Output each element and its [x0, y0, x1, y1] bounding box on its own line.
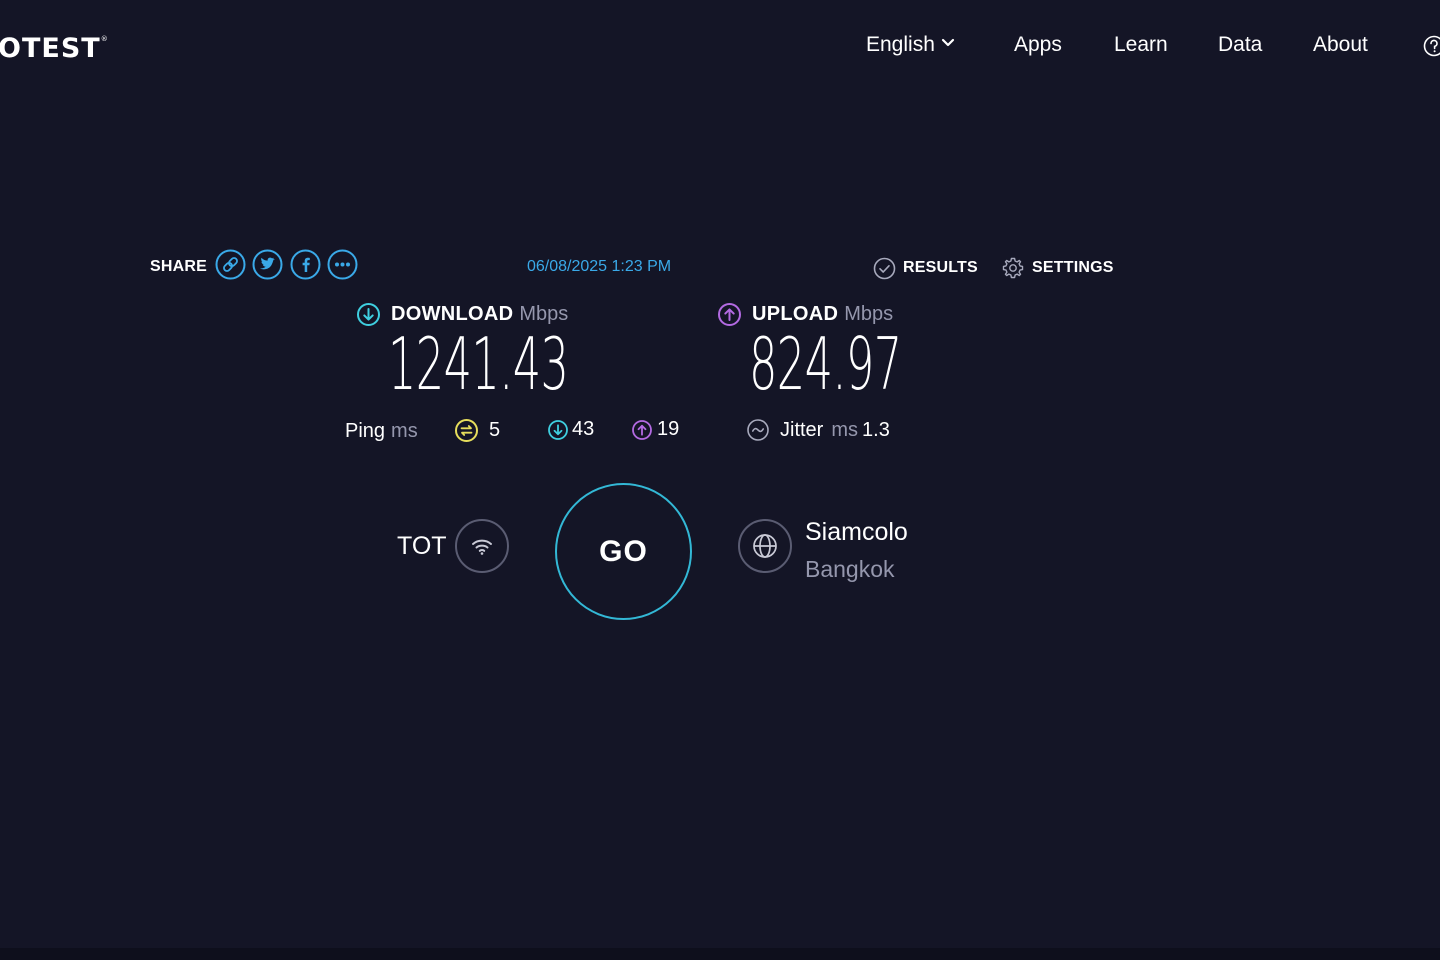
help-icon[interactable] [1423, 35, 1440, 57]
ping-idle-value: 5 [489, 419, 501, 441]
settings-button[interactable]: SETTINGS [1001, 256, 1114, 280]
upload-arrow-icon [718, 303, 741, 326]
globe-icon [753, 534, 777, 558]
jitter-icon [747, 419, 769, 441]
speedtest-page: OTEST® English Apps Learn Data About SHA… [0, 0, 1440, 960]
ping-upload: 19 [631, 418, 679, 441]
upload-speed-value: 824.97 [749, 322, 902, 406]
jitter-stat: Jitter ms 1.3 [746, 418, 890, 442]
download-speed-value: 1241.43 [388, 322, 569, 406]
jitter-label: Jitter [780, 418, 824, 441]
server-selector[interactable] [738, 519, 792, 573]
ping-download-value: 43 [572, 418, 595, 440]
server-city: Bangkok [805, 556, 895, 582]
facebook-icon[interactable] [290, 249, 321, 280]
nav-apps[interactable]: Apps [1014, 33, 1062, 57]
twitter-icon[interactable] [252, 249, 283, 280]
footer-strip [0, 948, 1440, 960]
nav-learn[interactable]: Learn [1114, 33, 1168, 57]
nav-data[interactable]: Data [1218, 33, 1262, 57]
ping-unit: ms [391, 420, 418, 442]
speedtest-logo[interactable]: OTEST® [0, 33, 109, 64]
download-latency-icon [548, 419, 568, 440]
ping-text: Ping [345, 420, 386, 442]
logo-mark: ® [100, 35, 109, 43]
ping-idle: 5 [454, 418, 500, 443]
settings-label: SETTINGS [1032, 259, 1114, 276]
nav-about[interactable]: About [1313, 33, 1368, 57]
ping-upload-value: 19 [657, 418, 680, 440]
more-icon[interactable] [327, 249, 358, 280]
jitter-unit: ms [831, 418, 859, 441]
language-selector[interactable]: English [866, 33, 955, 57]
isp-name[interactable]: TOT [397, 532, 447, 561]
test-timestamp[interactable]: 06/08/2025 1:23 PM [527, 258, 671, 276]
isp-connection[interactable] [455, 519, 509, 573]
wifi-icon [472, 539, 492, 555]
jitter-value: 1.3 [862, 418, 890, 441]
results-button[interactable]: RESULTS [873, 256, 978, 280]
go-button[interactable]: GO [555, 483, 692, 620]
results-label: RESULTS [903, 259, 978, 276]
server-name[interactable]: Siamcolo [805, 518, 908, 547]
logo-text: OTEST [0, 33, 101, 64]
check-circle-icon [873, 257, 896, 279]
idle-latency-icon [455, 419, 478, 442]
download-arrow-icon [357, 303, 380, 326]
ping-download: 43 [547, 418, 594, 441]
gear-icon [1002, 257, 1024, 279]
upload-latency-icon [632, 419, 652, 440]
share-label: SHARE [150, 258, 208, 275]
language-label: English [866, 33, 935, 56]
ping-label: Ping ms [345, 420, 418, 443]
chevron-down-icon [941, 39, 954, 47]
link-icon[interactable] [215, 249, 246, 280]
